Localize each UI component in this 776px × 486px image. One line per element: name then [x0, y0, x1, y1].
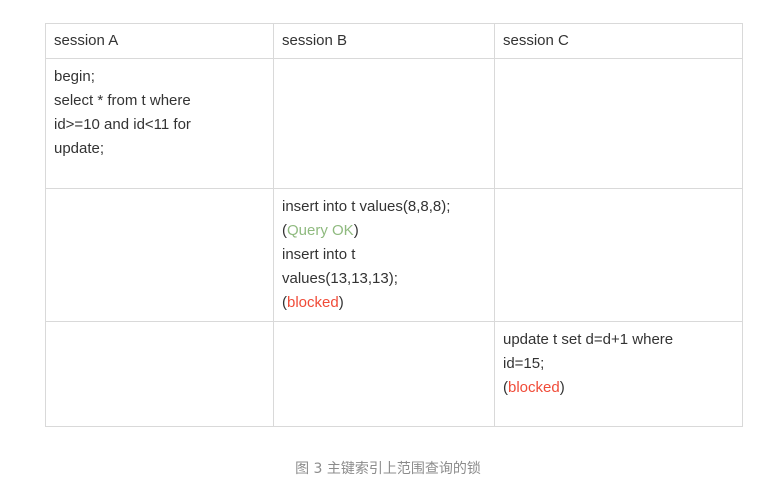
close-paren: )	[338, 294, 344, 311]
close-paren: )	[559, 379, 565, 396]
cell-session-a-step1: begin; select * from t where id>=10 and …	[45, 58, 274, 189]
session-table: session A session B session C begin; sel…	[45, 23, 743, 427]
status-blocked: blocked	[508, 379, 560, 396]
header-session-c: session C	[494, 23, 743, 59]
cell-session-b-step1	[273, 58, 495, 189]
header-session-b: session B	[273, 23, 495, 59]
cell-session-c-step3: update t set d=d+1 where id=15; (blocked…	[494, 321, 743, 427]
header-session-a: session A	[45, 23, 274, 59]
cell-session-c-step1	[494, 58, 743, 189]
cell-session-b-step2: insert into t values(8,8,8); (Query OK) …	[273, 188, 495, 322]
status-query-ok: Query OK	[287, 222, 354, 239]
table-header-row: session A session B session C	[45, 23, 743, 59]
cell-session-a-step3	[45, 321, 274, 427]
cell-session-a-step2	[45, 188, 274, 322]
statement-insert-13: insert into t values(13,13,13);	[282, 246, 398, 287]
statement-insert-8: insert into t values(8,8,8);	[282, 198, 451, 215]
statement-update-15: update t set d=d+1 where id=15;	[503, 331, 674, 372]
cell-session-b-step3	[273, 321, 495, 427]
status-blocked: blocked	[287, 294, 339, 311]
close-paren: )	[353, 222, 359, 239]
table-row: begin; select * from t where id>=10 and …	[45, 58, 743, 189]
table-row: insert into t values(8,8,8); (Query OK) …	[45, 188, 743, 322]
cell-session-c-step2	[494, 188, 743, 322]
table-row: update t set d=d+1 where id=15; (blocked…	[45, 321, 743, 427]
session-table-container: session A session B session C begin; sel…	[45, 23, 743, 427]
figure-caption: 图 3 主键索引上范围查询的锁	[295, 461, 481, 477]
